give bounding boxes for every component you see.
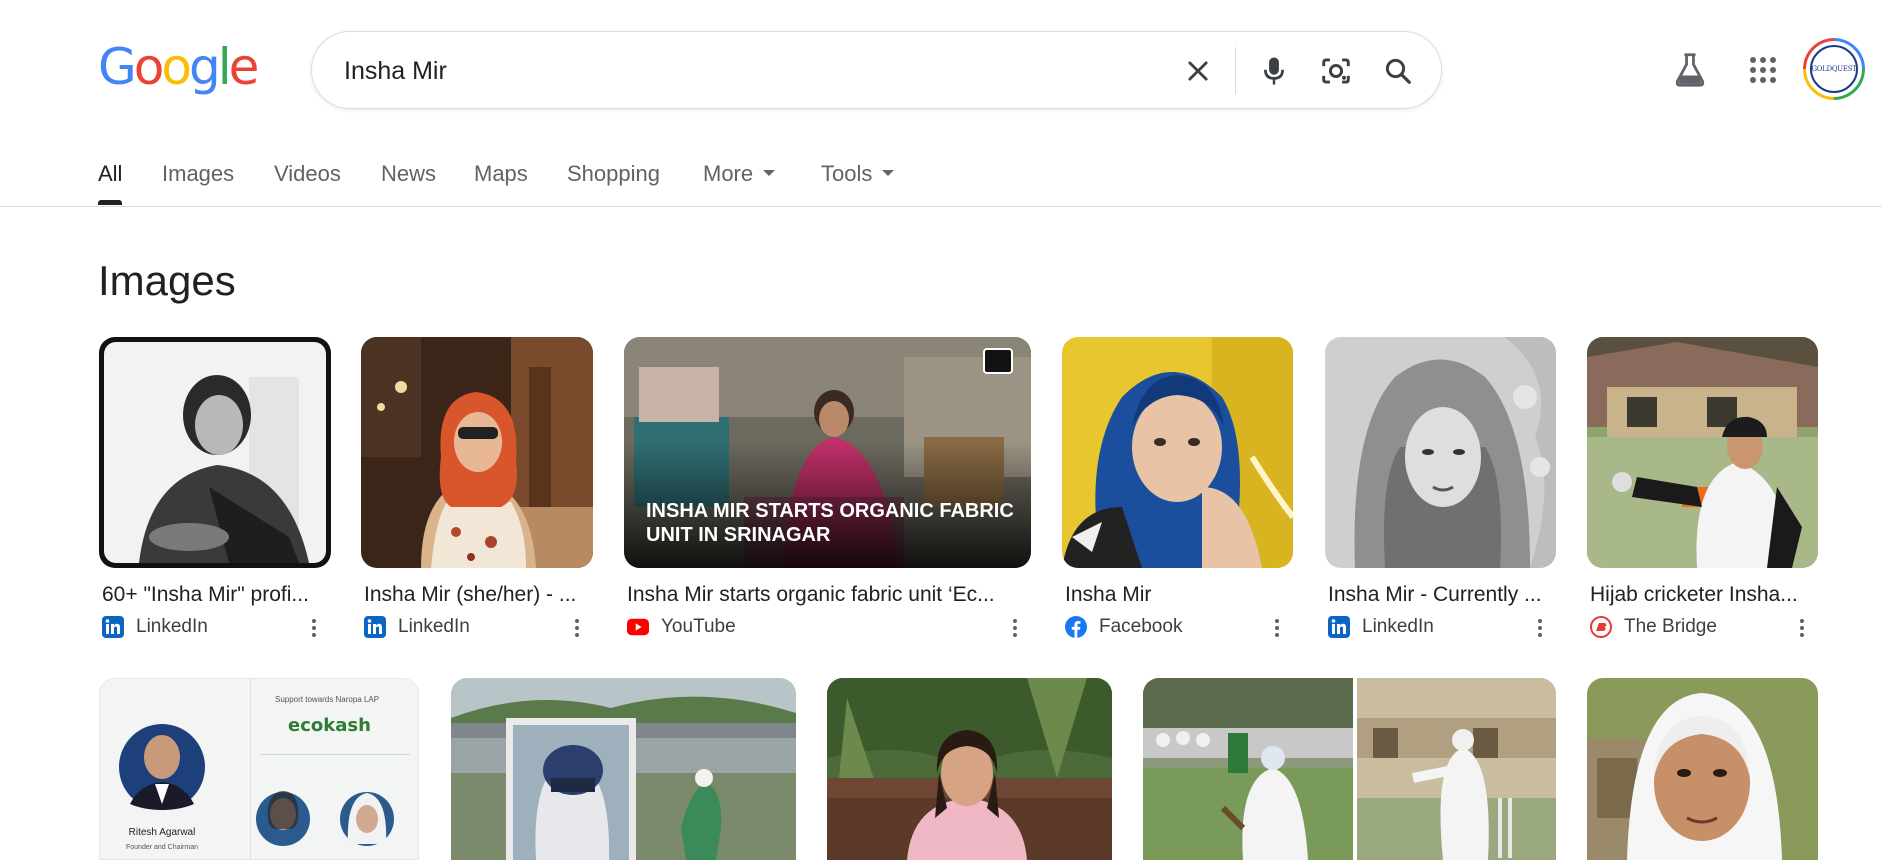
google-apps-button[interactable] [1741, 48, 1785, 92]
ecokash-person-role: Founder and Chairman [126, 844, 198, 851]
image-thumbnail[interactable] [1143, 678, 1556, 860]
clear-search-button[interactable] [1178, 51, 1218, 91]
youtube-icon [627, 616, 649, 638]
search-icon [1385, 58, 1411, 84]
image-source[interactable]: LinkedIn [364, 614, 470, 640]
image-thumbnail[interactable] [827, 678, 1112, 860]
search-tabs: All Images Videos News Maps Shopping Mor… [0, 150, 1882, 207]
google-logo[interactable]: Google [98, 42, 259, 92]
tab-news[interactable]: News [381, 160, 436, 200]
more-options-button[interactable] [304, 616, 324, 640]
image-thumbnail[interactable]: Support towards Naropa LAP ecokash Rites… [99, 678, 419, 860]
image-thumbnail[interactable] [1325, 337, 1556, 568]
image-source-name: Facebook [1099, 616, 1183, 637]
flask-icon [1675, 53, 1705, 87]
facebook-icon [1065, 616, 1087, 638]
image-thumbnail[interactable]: INSHA MIR STARTS ORGANIC FABRIC UNIT IN … [624, 337, 1031, 568]
tab-tools-label: Tools [821, 161, 873, 186]
tab-maps[interactable]: Maps [474, 160, 528, 200]
tab-more-label: More [703, 161, 754, 186]
linkedin-icon [1328, 616, 1350, 638]
ecokash-person-name: Ritesh Agarwal [128, 827, 196, 838]
image-title[interactable]: 60+ "Insha Mir" profi... [102, 581, 332, 609]
image-title[interactable]: Insha Mir - Currently ... [1328, 581, 1558, 609]
tab-shopping[interactable]: Shopping [567, 160, 660, 200]
ecokash-support-text: Support towards Naropa LAP [275, 695, 380, 704]
image-source[interactable]: The Bridge [1590, 614, 1717, 640]
caret-down-icon [882, 170, 895, 177]
image-thumbnail[interactable] [1587, 678, 1818, 860]
more-options-button[interactable] [1792, 616, 1812, 640]
image-thumbnail[interactable] [451, 678, 796, 860]
image-title[interactable]: Insha Mir starts organic fabric unit ‘Ec… [627, 581, 1027, 609]
search-input[interactable] [344, 52, 1144, 90]
image-source-name: The Bridge [1624, 616, 1717, 637]
video-caption: INSHA MIR STARTS ORGANIC FABRIC UNIT IN … [646, 500, 1014, 546]
image-thumbnail[interactable] [361, 337, 593, 568]
search-button[interactable] [1378, 51, 1418, 91]
ecokash-logo: ecokash [288, 715, 371, 736]
caret-down-icon [763, 170, 776, 177]
images-section-title: Images [98, 257, 236, 304]
image-source[interactable]: Facebook [1065, 614, 1182, 640]
tab-tools[interactable]: Tools [821, 160, 895, 200]
microphone-icon [1264, 57, 1284, 85]
avatar-logo: GOLDQUEST [1810, 45, 1858, 93]
search-box [311, 31, 1442, 109]
more-options-button[interactable] [1267, 616, 1287, 640]
more-options-button[interactable] [567, 616, 587, 640]
more-options-button[interactable] [1530, 616, 1550, 640]
search-divider [1235, 47, 1236, 94]
linkedin-icon [364, 616, 386, 638]
apps-grid-icon [1750, 57, 1776, 83]
image-thumbnail[interactable] [1062, 337, 1293, 568]
image-source-name: LinkedIn [136, 616, 208, 637]
image-title[interactable]: Insha Mir (she/her) - ... [364, 581, 594, 609]
tab-more[interactable]: More [703, 160, 776, 200]
tab-all[interactable]: All [98, 160, 123, 205]
lens-search-button[interactable] [1316, 51, 1356, 91]
tab-images[interactable]: Images [162, 160, 234, 200]
image-title[interactable]: Insha Mir [1065, 581, 1295, 609]
image-source-name: LinkedIn [1362, 616, 1434, 637]
image-source[interactable]: LinkedIn [102, 614, 208, 640]
search-labs-button[interactable] [1668, 48, 1712, 92]
image-thumbnail[interactable] [99, 337, 331, 568]
image-source-name: YouTube [661, 616, 736, 637]
camera-lens-icon [1322, 58, 1350, 84]
tab-videos[interactable]: Videos [274, 160, 341, 200]
more-options-button[interactable] [1005, 616, 1025, 640]
close-icon [1188, 61, 1208, 81]
image-source-name: LinkedIn [398, 616, 470, 637]
linkedin-icon [102, 616, 124, 638]
image-source[interactable]: LinkedIn [1328, 614, 1434, 640]
account-avatar[interactable]: GOLDQUEST [1803, 38, 1865, 100]
image-source[interactable]: YouTube [627, 614, 736, 640]
voice-search-button[interactable] [1254, 51, 1294, 91]
image-title[interactable]: Hijab cricketer Insha... [1590, 581, 1820, 609]
the-bridge-icon [1590, 616, 1612, 638]
image-thumbnail[interactable] [1587, 337, 1818, 568]
